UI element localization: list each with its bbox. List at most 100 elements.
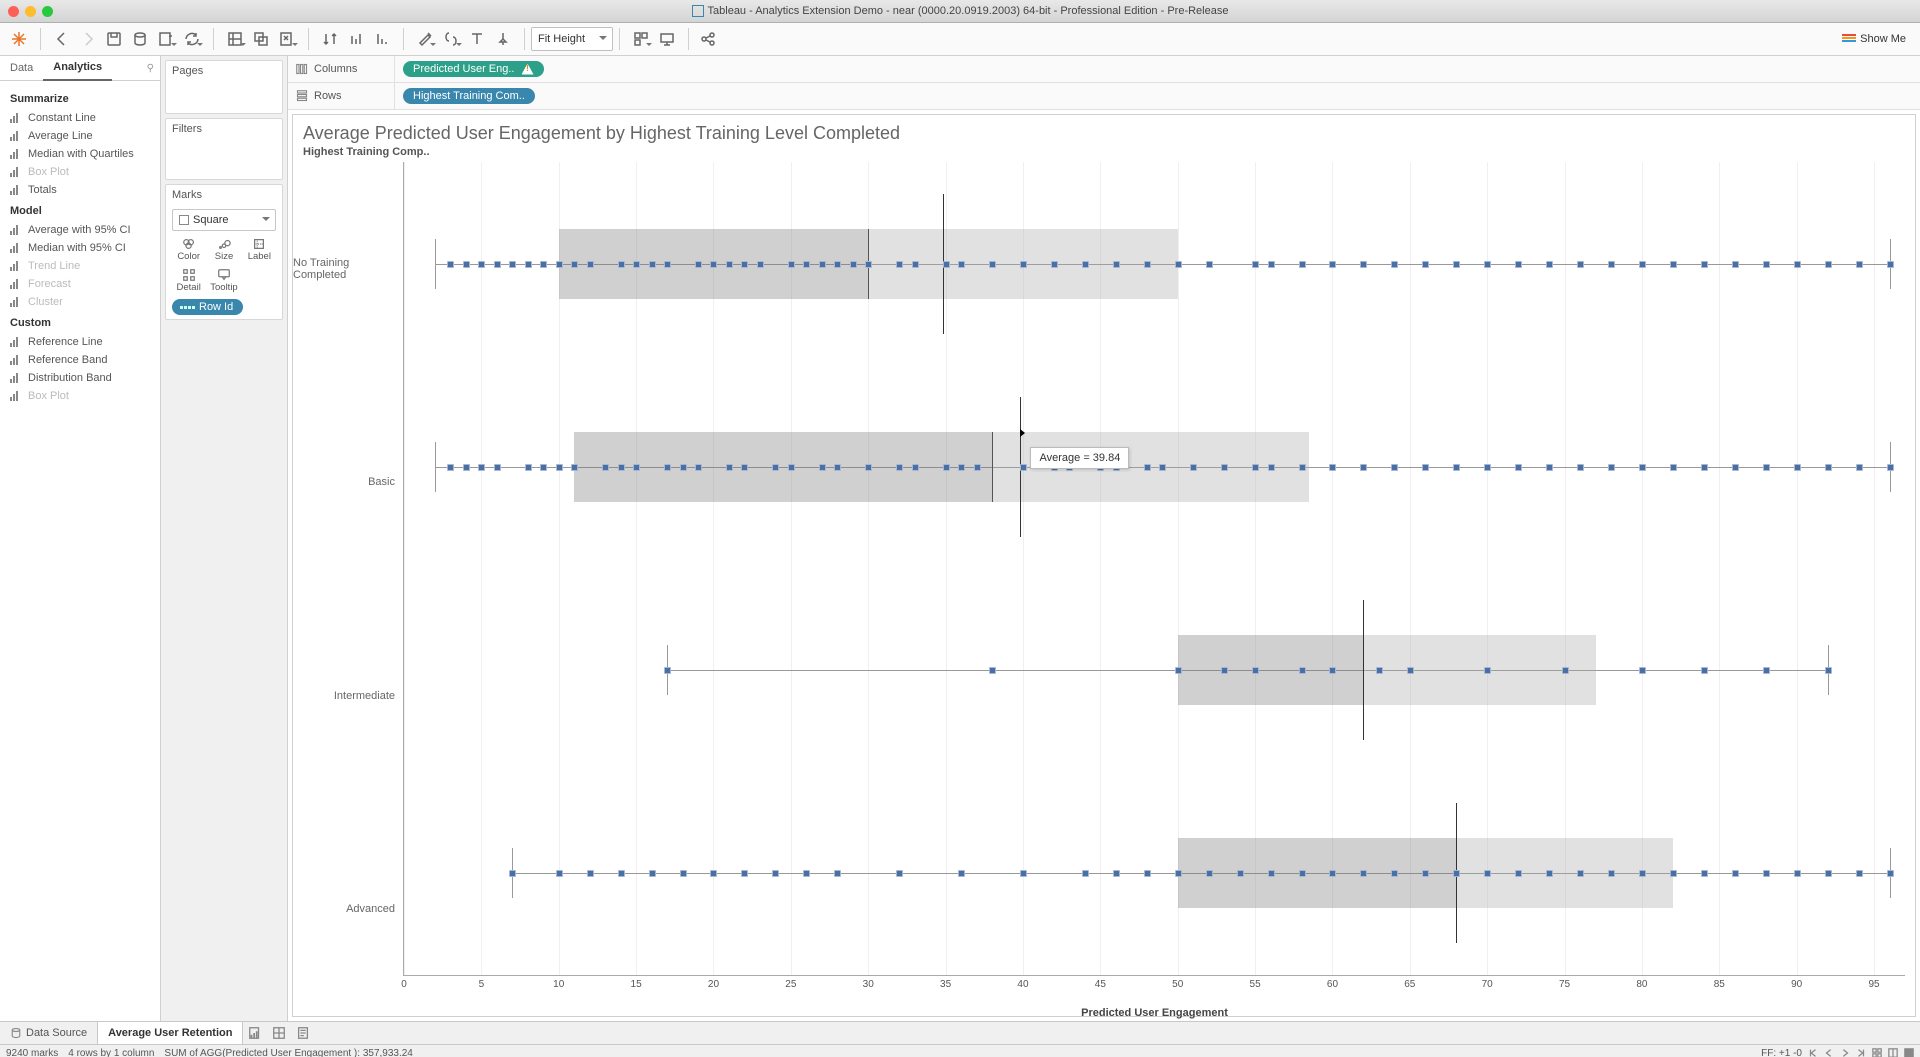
traffic-min[interactable] bbox=[25, 6, 36, 17]
data-point[interactable] bbox=[1577, 261, 1584, 268]
data-point[interactable] bbox=[772, 464, 779, 471]
data-point[interactable] bbox=[695, 464, 702, 471]
data-point[interactable] bbox=[664, 464, 671, 471]
sort-asc-button[interactable] bbox=[343, 26, 369, 52]
data-point[interactable] bbox=[1252, 667, 1259, 674]
data-point[interactable] bbox=[958, 261, 965, 268]
data-point[interactable] bbox=[1701, 464, 1708, 471]
data-point[interactable] bbox=[556, 870, 563, 877]
rows-pill[interactable]: Highest Training Com.. bbox=[403, 88, 535, 104]
data-point[interactable] bbox=[1453, 261, 1460, 268]
traffic-close[interactable] bbox=[8, 6, 19, 17]
data-point[interactable] bbox=[1453, 870, 1460, 877]
data-point[interactable] bbox=[1020, 870, 1027, 877]
data-point[interactable] bbox=[896, 261, 903, 268]
data-point[interactable] bbox=[989, 261, 996, 268]
data-point[interactable] bbox=[1577, 870, 1584, 877]
data-point[interactable] bbox=[819, 464, 826, 471]
data-point[interactable] bbox=[1856, 261, 1863, 268]
columns-shelf[interactable]: Columns Predicted User Eng.. bbox=[288, 56, 1920, 83]
data-point[interactable] bbox=[1175, 261, 1182, 268]
data-point[interactable] bbox=[1825, 667, 1832, 674]
data-point[interactable] bbox=[803, 261, 810, 268]
data-point[interactable] bbox=[989, 667, 996, 674]
data-point[interactable] bbox=[463, 464, 470, 471]
data-point[interactable] bbox=[943, 261, 950, 268]
data-point[interactable] bbox=[509, 261, 516, 268]
data-point[interactable] bbox=[1082, 870, 1089, 877]
data-point[interactable] bbox=[1268, 261, 1275, 268]
show-cards-dropdown[interactable] bbox=[628, 26, 654, 52]
data-point[interactable] bbox=[680, 464, 687, 471]
data-point[interactable] bbox=[1546, 870, 1553, 877]
data-point[interactable] bbox=[1732, 870, 1739, 877]
data-point[interactable] bbox=[447, 464, 454, 471]
clear-dropdown[interactable] bbox=[274, 26, 300, 52]
data-point[interactable] bbox=[1159, 464, 1166, 471]
data-point[interactable] bbox=[447, 261, 454, 268]
data-point[interactable] bbox=[525, 464, 532, 471]
tableau-logo-button[interactable] bbox=[6, 26, 32, 52]
data-point[interactable] bbox=[1608, 261, 1615, 268]
analytics-item[interactable]: Constant Line bbox=[0, 109, 160, 127]
back-button[interactable] bbox=[49, 26, 75, 52]
data-point[interactable] bbox=[757, 261, 764, 268]
data-point[interactable] bbox=[633, 464, 640, 471]
data-point[interactable] bbox=[1391, 870, 1398, 877]
data-point[interactable] bbox=[1639, 261, 1646, 268]
data-point[interactable] bbox=[556, 464, 563, 471]
new-data-button[interactable] bbox=[127, 26, 153, 52]
group-dropdown[interactable] bbox=[438, 26, 464, 52]
data-point[interactable] bbox=[819, 261, 826, 268]
data-point[interactable] bbox=[1175, 870, 1182, 877]
data-point[interactable] bbox=[1329, 464, 1336, 471]
data-point[interactable] bbox=[1577, 464, 1584, 471]
data-point[interactable] bbox=[587, 261, 594, 268]
data-point[interactable] bbox=[680, 870, 687, 877]
data-point[interactable] bbox=[1608, 464, 1615, 471]
marks-color[interactable]: Color bbox=[172, 235, 205, 264]
data-point[interactable] bbox=[1453, 464, 1460, 471]
analytics-item[interactable]: Average Line bbox=[0, 127, 160, 145]
data-source-tab[interactable]: Data Source bbox=[0, 1022, 97, 1044]
swap-button[interactable] bbox=[317, 26, 343, 52]
data-point[interactable] bbox=[1763, 464, 1770, 471]
data-point[interactable] bbox=[1515, 464, 1522, 471]
presentation-button[interactable] bbox=[654, 26, 680, 52]
nav-first-icon[interactable] bbox=[1808, 1048, 1818, 1057]
data-point[interactable] bbox=[618, 870, 625, 877]
data-point[interactable] bbox=[912, 464, 919, 471]
data-point[interactable] bbox=[1360, 464, 1367, 471]
data-point[interactable] bbox=[865, 261, 872, 268]
tab-data[interactable]: Data bbox=[0, 56, 43, 80]
row-id-pill[interactable]: Row Id bbox=[172, 299, 243, 315]
rows-shelf[interactable]: Rows Highest Training Com.. bbox=[288, 83, 1920, 110]
data-point[interactable] bbox=[494, 261, 501, 268]
data-point[interactable] bbox=[463, 261, 470, 268]
data-point[interactable] bbox=[571, 464, 578, 471]
data-point[interactable] bbox=[1329, 870, 1336, 877]
nav-last-icon[interactable] bbox=[1856, 1048, 1866, 1057]
data-point[interactable] bbox=[958, 870, 965, 877]
data-point[interactable] bbox=[1794, 870, 1801, 877]
data-point[interactable] bbox=[741, 464, 748, 471]
data-point[interactable] bbox=[741, 870, 748, 877]
viz-title[interactable]: Average Predicted User Engagement by Hig… bbox=[293, 115, 1915, 146]
duplicate-button[interactable] bbox=[248, 26, 274, 52]
data-point[interactable] bbox=[1237, 870, 1244, 877]
data-point[interactable] bbox=[1268, 464, 1275, 471]
pages-shelf[interactable]: Pages bbox=[165, 60, 283, 114]
visualization[interactable]: Average Predicted User Engagement by Hig… bbox=[292, 114, 1916, 1017]
data-point[interactable] bbox=[1299, 667, 1306, 674]
data-point[interactable] bbox=[540, 464, 547, 471]
nav-next-icon[interactable] bbox=[1840, 1048, 1850, 1057]
data-point[interactable] bbox=[788, 261, 795, 268]
data-point[interactable] bbox=[1252, 464, 1259, 471]
data-point[interactable] bbox=[1794, 464, 1801, 471]
analytics-item[interactable]: Reference Band bbox=[0, 351, 160, 369]
data-point[interactable] bbox=[1206, 870, 1213, 877]
data-point[interactable] bbox=[1484, 261, 1491, 268]
analytics-item[interactable]: Average with 95% CI bbox=[0, 221, 160, 239]
data-point[interactable] bbox=[1422, 870, 1429, 877]
data-point[interactable] bbox=[1562, 667, 1569, 674]
